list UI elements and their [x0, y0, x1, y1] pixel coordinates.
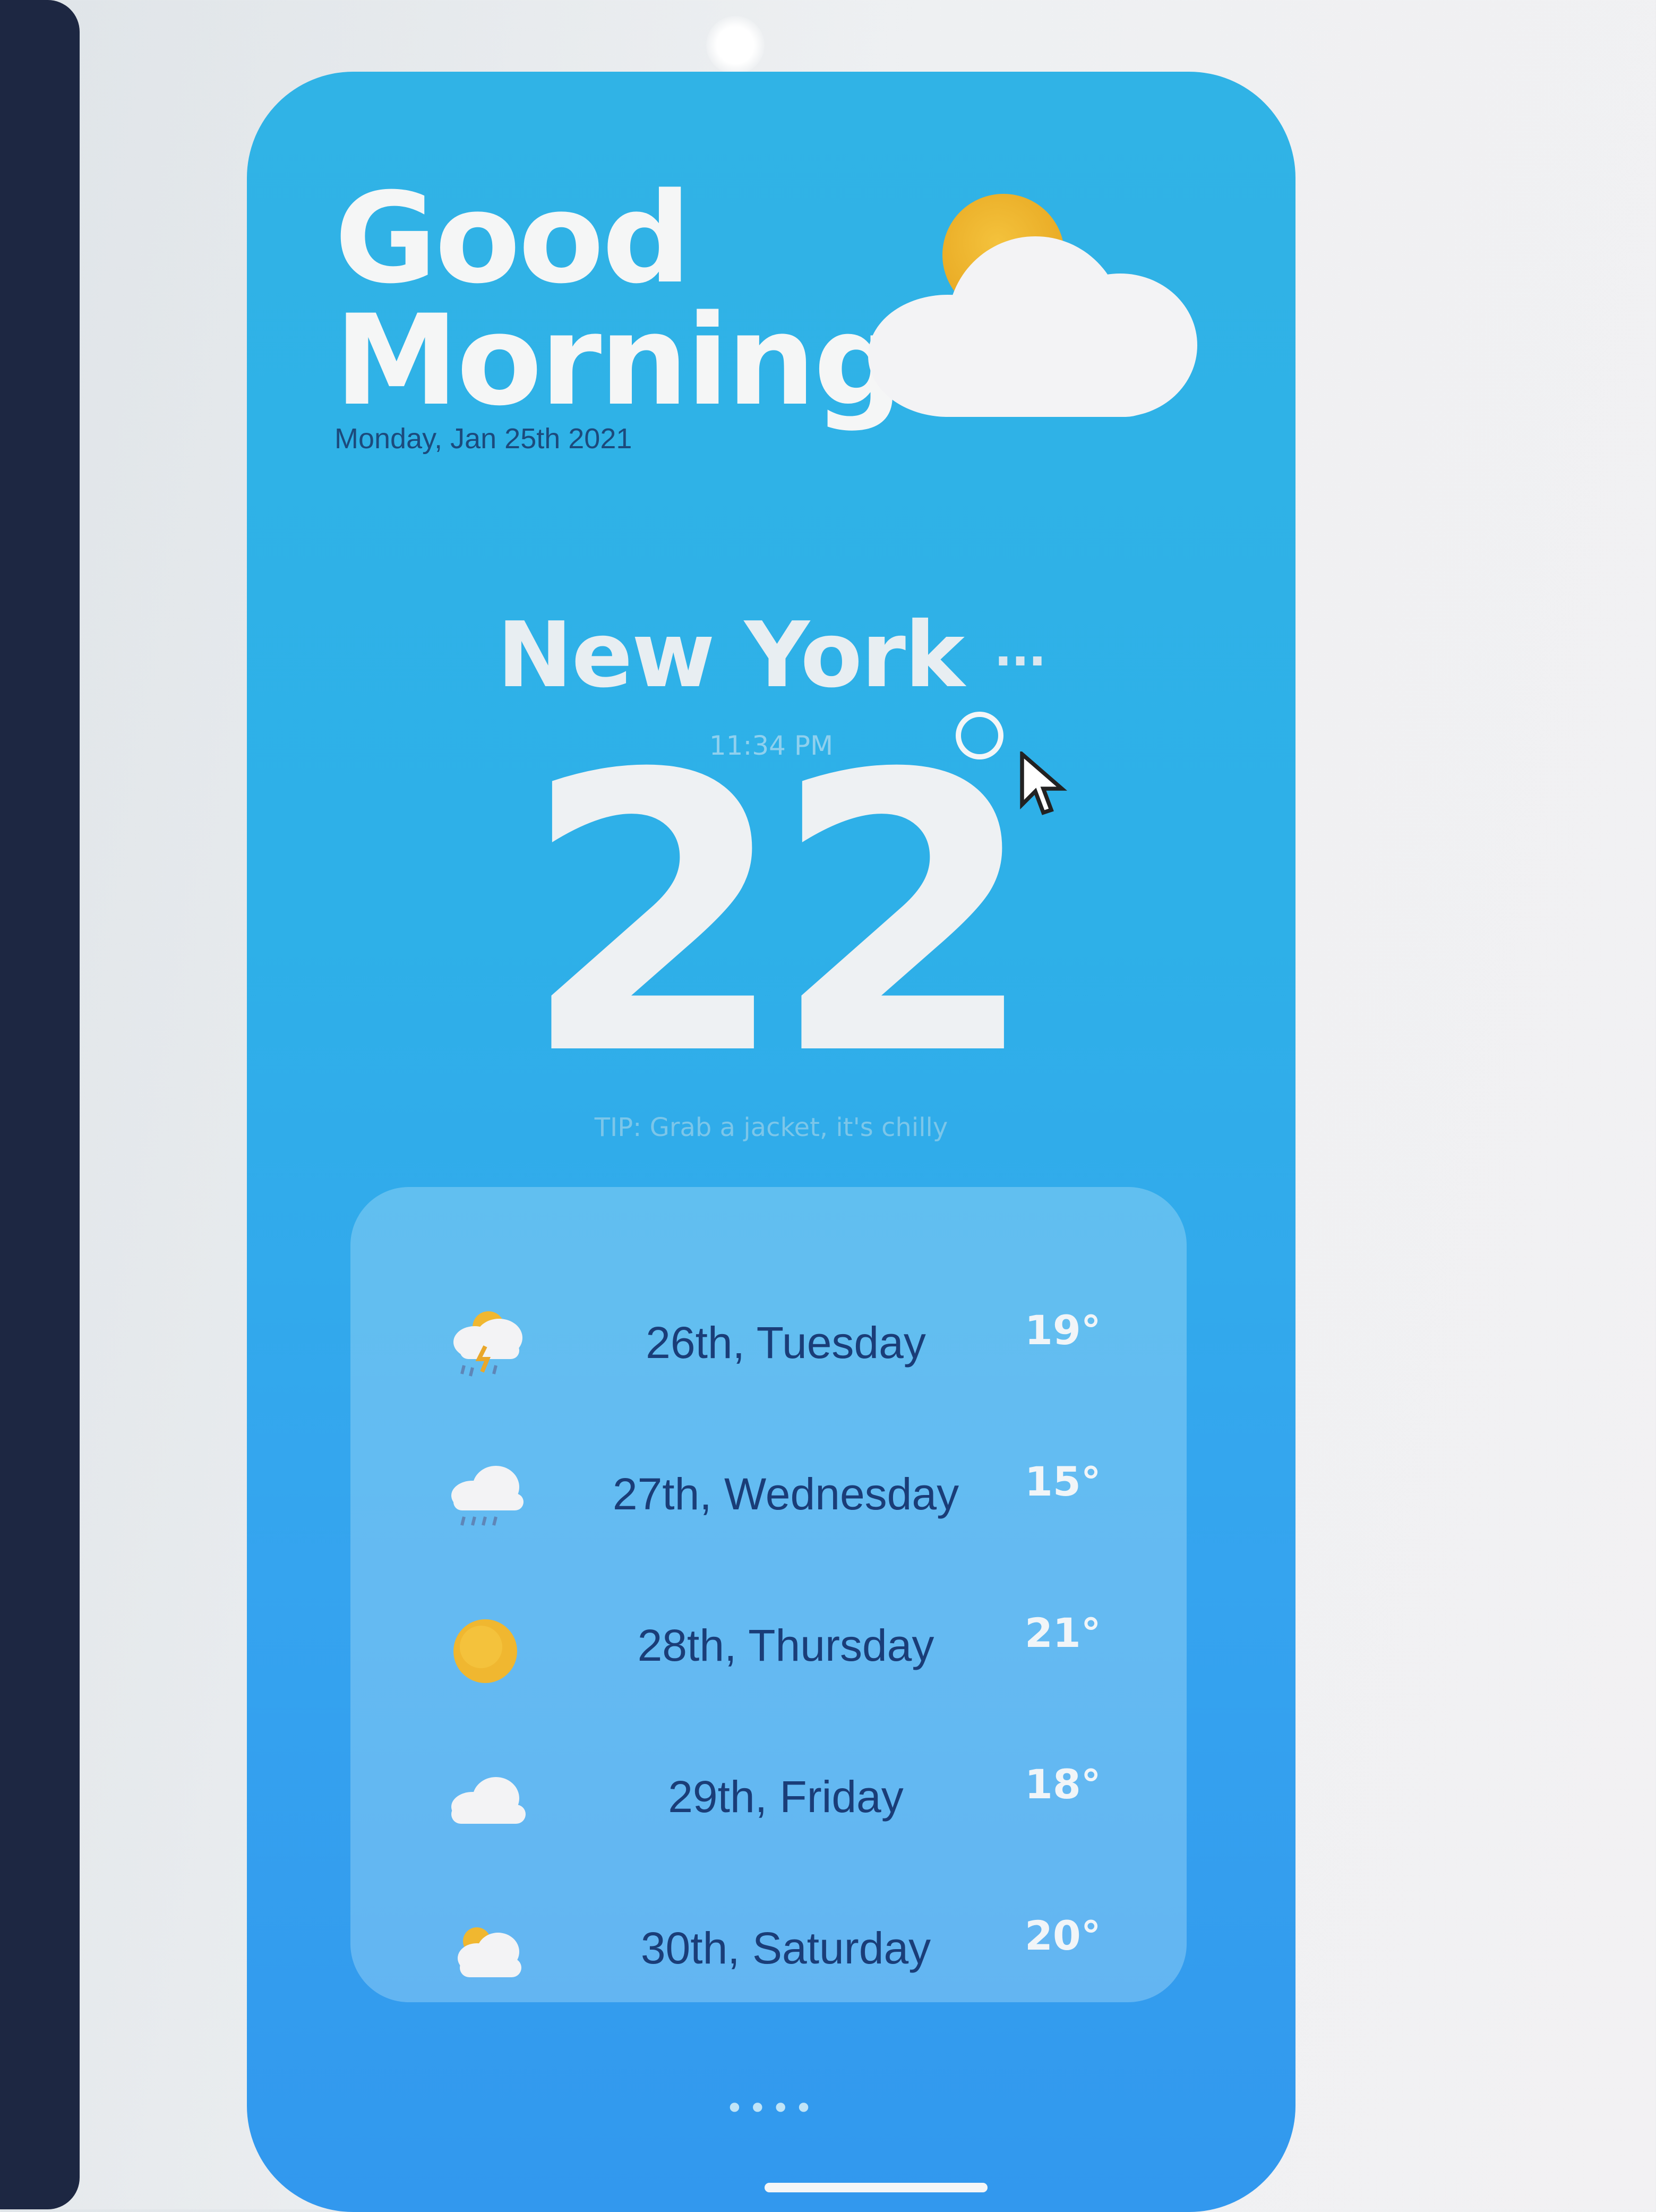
forecast-panel: 26th, Tuesday 19° 27th, Wednesday 15° 28… [350, 1187, 1187, 2002]
partly-cloudy-hero-icon [847, 194, 1197, 417]
forecast-day: 28th, Thursday [637, 1620, 934, 1670]
forecast-temperature: 15° [1025, 1458, 1101, 1505]
forecast-row[interactable]: 26th, Tuesday 19° [350, 1293, 1187, 1399]
greeting-title: Good Morning [334, 166, 903, 433]
mouse-cursor-icon [1020, 751, 1067, 815]
forecast-temperature: 19° [1025, 1306, 1101, 1354]
forecast-temperature: 18° [1025, 1761, 1101, 1808]
greeting-line-1: Good [334, 166, 691, 311]
forecast-temperature: 20° [1025, 1912, 1101, 1959]
cloud-icon [868, 231, 1197, 417]
background-dark-panel [0, 0, 80, 2209]
home-indicator-bar[interactable] [765, 2183, 988, 2192]
forecast-row[interactable]: 29th, Friday 18° [350, 1747, 1187, 1854]
city-name: New York [497, 603, 965, 708]
cloud-icon [451, 1777, 526, 1824]
location-menu-button[interactable]: ··· [994, 634, 1046, 689]
weather-tip: TIP: Grab a jacket, it's chilly [594, 1113, 948, 1142]
rain-cloud-icon [451, 1466, 524, 1526]
forecast-temperature: 21° [1025, 1609, 1101, 1656]
screen-glare [706, 16, 765, 74]
weather-app-card: Good Morning Monday, Jan 25th 2021 New Y… [247, 72, 1295, 2212]
rain-sun-cloud-icon [453, 1311, 522, 1377]
current-temperature: 22 [521, 694, 1037, 1139]
forecast-day: 29th, Friday [668, 1772, 904, 1822]
forecast-row[interactable]: 28th, Thursday 21° [350, 1596, 1187, 1702]
page-indicator[interactable]: •••• [247, 2090, 1295, 2127]
forecast-day: 30th, Saturday [640, 1923, 931, 1973]
forecast-row[interactable]: 30th, Saturday 20° [350, 1899, 1187, 2005]
current-date: Monday, Jan 25th 2021 [334, 423, 632, 455]
partly-cloudy-icon [458, 1927, 521, 1977]
forecast-day: 27th, Wednesday [612, 1469, 959, 1519]
location-header: New York ··· [247, 603, 1295, 708]
degree-symbol [956, 712, 1003, 759]
sun-icon [453, 1619, 517, 1683]
greeting-line-2: Morning [334, 288, 903, 433]
forecast-day: 26th, Tuesday [646, 1318, 926, 1368]
forecast-row[interactable]: 27th, Wednesday 15° [350, 1445, 1187, 1551]
